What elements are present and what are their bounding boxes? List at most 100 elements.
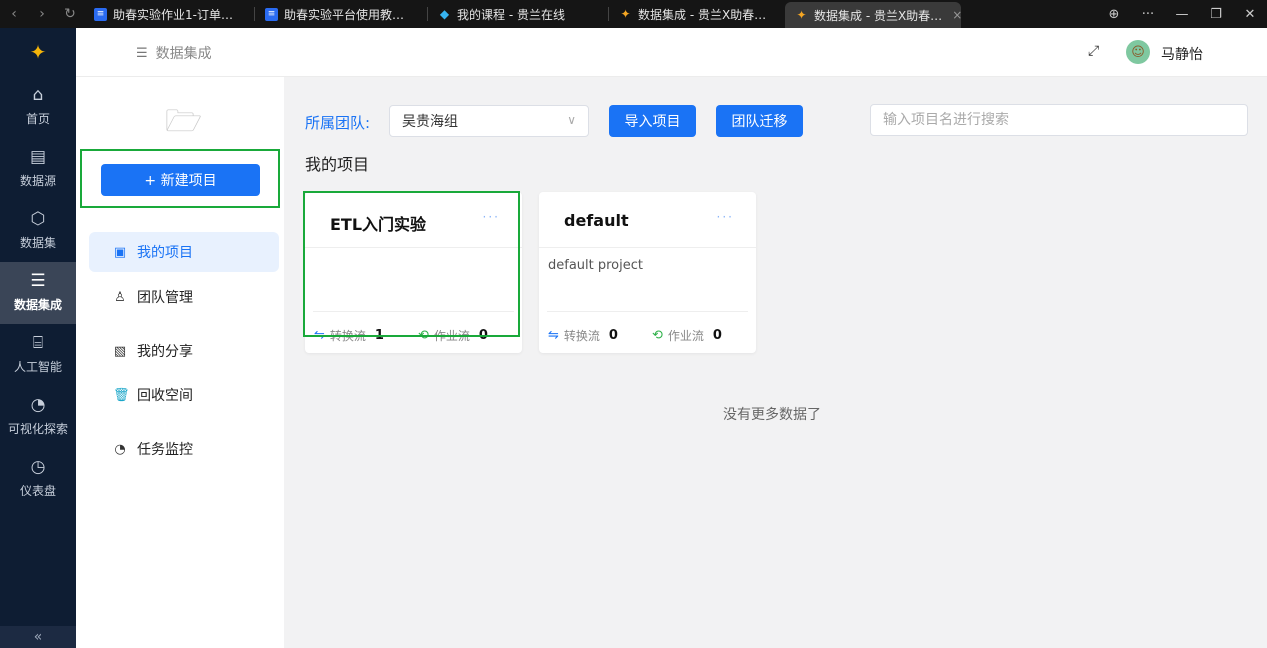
- nav-item-ai[interactable]: ⌸ 人工智能: [0, 324, 76, 386]
- pie-chart-icon: ◔: [30, 395, 46, 415]
- tab-title: 助春实验作业1-订单…: [113, 7, 233, 22]
- import-project-button[interactable]: 导入项目: [609, 105, 696, 137]
- section-title: 我的项目: [305, 155, 370, 174]
- restore-icon[interactable]: ❐: [1199, 7, 1233, 22]
- refresh-icon[interactable]: ↻: [56, 0, 84, 28]
- forward-icon[interactable]: ›: [28, 0, 56, 28]
- globe-icon[interactable]: ⊕: [1097, 7, 1131, 22]
- tab-title: 数据集成 - 贵兰X助春…: [638, 7, 767, 22]
- nav-item-dashboard[interactable]: ◷ 仪表盘: [0, 448, 76, 510]
- job-count: 0: [712, 328, 722, 343]
- close-window-icon[interactable]: ✕: [1233, 7, 1267, 22]
- nav-item-label: 仪表盘: [19, 484, 56, 498]
- share-doc-icon: ▧: [113, 343, 127, 359]
- nav-item-home[interactable]: ⌂ 首页: [0, 76, 76, 138]
- cube-icon: ⬡: [30, 209, 46, 229]
- transform-stat[interactable]: ⇋ 转换流 0: [548, 327, 618, 344]
- menu-item-my-projects[interactable]: ▣ 我的项目: [89, 232, 279, 272]
- sparkle-logo-icon: ✦: [620, 7, 631, 21]
- dashboard-gauge-icon: ◷: [30, 457, 46, 477]
- annotation-highlight-box: [303, 191, 520, 337]
- team-label: 所属团队:: [305, 114, 371, 132]
- divider: [547, 311, 748, 312]
- menu-item-label: 我的项目: [137, 245, 193, 261]
- tab-title: 我的课程 - 贵兰在线: [457, 7, 565, 22]
- menu-item-team-management[interactable]: ♙ 团队管理: [89, 277, 279, 317]
- server-icon: ☰: [30, 271, 46, 291]
- tab-title: 助春实验平台使用教…: [284, 7, 405, 22]
- project-description: default project: [548, 258, 643, 273]
- main-sidebar: ✦ ⌂ 首页 ▤ 数据源 ⬡ 数据集 ☰ 数据集成 ⌸ 人工智能 ◔ 可视化探索…: [0, 28, 76, 648]
- menu-item-label: 我的分享: [137, 344, 193, 360]
- menu-item-label: 团队管理: [137, 290, 193, 306]
- home-icon: ⌂: [32, 85, 44, 105]
- browser-tab-bar: ‹ › ↻ ≡ 助春实验作业1-订单… ≡ 助春实验平台使用教… ◆ 我的课程 …: [0, 0, 1267, 28]
- monitor-pie-icon: ◔: [114, 441, 126, 457]
- breadcrumb: ☰ 数据集成: [136, 43, 212, 63]
- browser-tab[interactable]: ◆ 我的课程 - 贵兰在线: [428, 2, 608, 26]
- menu-item-label: 回收空间: [137, 388, 193, 404]
- nav-item-data-integration[interactable]: ☰ 数据集成: [0, 262, 76, 324]
- no-more-data-text: 没有更多数据了: [723, 407, 821, 423]
- collapse-sidebar-button[interactable]: «: [0, 626, 76, 648]
- menu-item-label: 任务监控: [137, 442, 193, 458]
- nav-item-label: 首页: [25, 112, 50, 126]
- folder-open-icon: 🗁: [165, 104, 203, 139]
- minimize-icon[interactable]: —: [1165, 7, 1199, 22]
- nav-item-dataset[interactable]: ⬡ 数据集: [0, 200, 76, 262]
- team-select-value: 吴贵海组: [402, 114, 458, 130]
- browser-tab[interactable]: ✦ 数据集成 - 贵兰X助春…: [609, 2, 785, 26]
- top-header: ☰ 数据集成 ⤢ ☺ 马静怡: [76, 28, 1267, 77]
- graduation-cap-icon: ◆: [439, 7, 450, 21]
- browser-tab-active[interactable]: ✦ 数据集成 - 贵兰X助春… ×: [785, 2, 961, 28]
- new-project-button[interactable]: + 新建项目: [101, 164, 260, 196]
- menu-item-my-shares[interactable]: ▧ 我的分享: [89, 331, 279, 371]
- transform-flow-icon: ⇋: [548, 328, 559, 343]
- window-controls: ⊕ ··· — ❐ ✕: [1097, 0, 1267, 28]
- project-name[interactable]: default: [564, 211, 629, 230]
- nav-item-label: 人工智能: [13, 360, 62, 374]
- job-flow-icon: ⟲: [651, 328, 663, 343]
- app-logo[interactable]: ✦: [0, 28, 76, 76]
- double-chevron-left-icon: «: [33, 629, 43, 645]
- menu-item-task-monitor[interactable]: ◔ 任务监控: [89, 429, 279, 469]
- user-icon: ♙: [114, 289, 126, 305]
- nav-item-visual-explore[interactable]: ◔ 可视化探索: [0, 386, 76, 448]
- project-sidebar: 🗁 + 新建项目 ▣ 我的项目 ♙ 团队管理 ▧ 我的分享 🗑 回收空间 ◔ 任…: [76, 77, 284, 648]
- transform-count: 0: [608, 328, 618, 343]
- nav-item-label: 数据源: [19, 174, 56, 188]
- doc-icon: ≡: [265, 7, 278, 21]
- sparkle-logo-icon: ✦: [796, 8, 807, 22]
- more-options-icon[interactable]: ···: [717, 210, 734, 224]
- transform-label: 转换流: [563, 329, 600, 343]
- nav-item-label: 可视化探索: [7, 422, 68, 436]
- nav-item-label: 数据集: [19, 236, 56, 250]
- fullscreen-icon[interactable]: ⤢: [1088, 43, 1099, 59]
- ai-scan-icon: ⌸: [32, 333, 44, 353]
- username[interactable]: 马静怡: [1161, 44, 1203, 64]
- project-board-icon: ▣: [113, 244, 127, 260]
- team-migrate-button[interactable]: 团队迁移: [716, 105, 803, 137]
- browser-tab[interactable]: ≡ 助春实验平台使用教…: [255, 2, 427, 26]
- tab-title: 数据集成 - 贵兰X助春…: [814, 8, 943, 23]
- server-icon: ☰: [136, 45, 148, 61]
- more-icon[interactable]: ···: [1131, 7, 1165, 22]
- nav-item-datasource[interactable]: ▤ 数据源: [0, 138, 76, 200]
- project-stats: ⇋ 转换流 0 ⟲ 作业流 0: [548, 327, 756, 344]
- menu-item-recycle-bin[interactable]: 🗑 回收空间: [89, 375, 279, 415]
- doc-icon: ≡: [94, 7, 107, 21]
- divider: [539, 247, 756, 248]
- datasource-icon: ▤: [29, 147, 47, 167]
- nav-item-label: 数据集成: [13, 298, 62, 312]
- close-icon[interactable]: ×: [952, 8, 961, 22]
- breadcrumb-label: 数据集成: [155, 46, 212, 62]
- job-label: 作业流: [667, 329, 704, 343]
- avatar[interactable]: ☺: [1126, 40, 1150, 64]
- back-icon[interactable]: ‹: [0, 0, 28, 28]
- team-select[interactable]: 吴贵海组 ∨: [389, 105, 589, 137]
- job-stat[interactable]: ⟲ 作业流 0: [652, 327, 722, 344]
- project-card[interactable]: default ··· default project ⇋ 转换流 0 ⟲ 作业…: [539, 192, 756, 353]
- browser-tab[interactable]: ≡ 助春实验作业1-订单…: [84, 2, 254, 26]
- chevron-down-icon: ∨: [567, 113, 576, 127]
- project-search-input[interactable]: [870, 104, 1248, 136]
